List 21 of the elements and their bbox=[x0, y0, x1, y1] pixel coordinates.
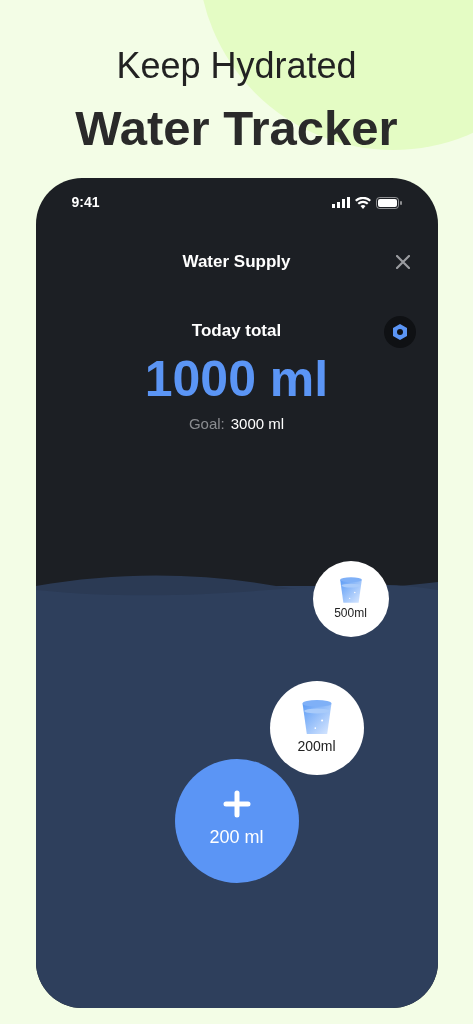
quick-add-button[interactable]: 200ml bbox=[269, 680, 364, 775]
goal-value: 3000 ml bbox=[230, 414, 285, 434]
screen-title: Water Supply bbox=[182, 251, 291, 274]
quick-add-amount: 500ml bbox=[334, 604, 367, 622]
wifi-icon bbox=[354, 196, 371, 209]
cup-icon bbox=[337, 575, 364, 604]
plus-icon bbox=[222, 790, 251, 818]
status-time: 9:41 bbox=[71, 193, 100, 212]
settings-icon bbox=[390, 323, 409, 341]
close-icon bbox=[395, 255, 410, 269]
goal-label: Goal: bbox=[188, 414, 225, 434]
signal-icon bbox=[331, 197, 350, 208]
headline-title: Water Tracker bbox=[75, 100, 398, 157]
headline-subtitle: Keep Hydrated bbox=[116, 44, 357, 88]
today-total-amount: 1000 ml bbox=[144, 350, 329, 409]
quick-add-amount: 200ml bbox=[297, 737, 336, 756]
today-total-label: Today total bbox=[191, 320, 282, 342]
close-button[interactable] bbox=[393, 253, 412, 271]
quick-add-button[interactable]: 500ml bbox=[312, 560, 389, 637]
battery-icon bbox=[375, 196, 402, 209]
settings-button[interactable] bbox=[383, 316, 416, 348]
